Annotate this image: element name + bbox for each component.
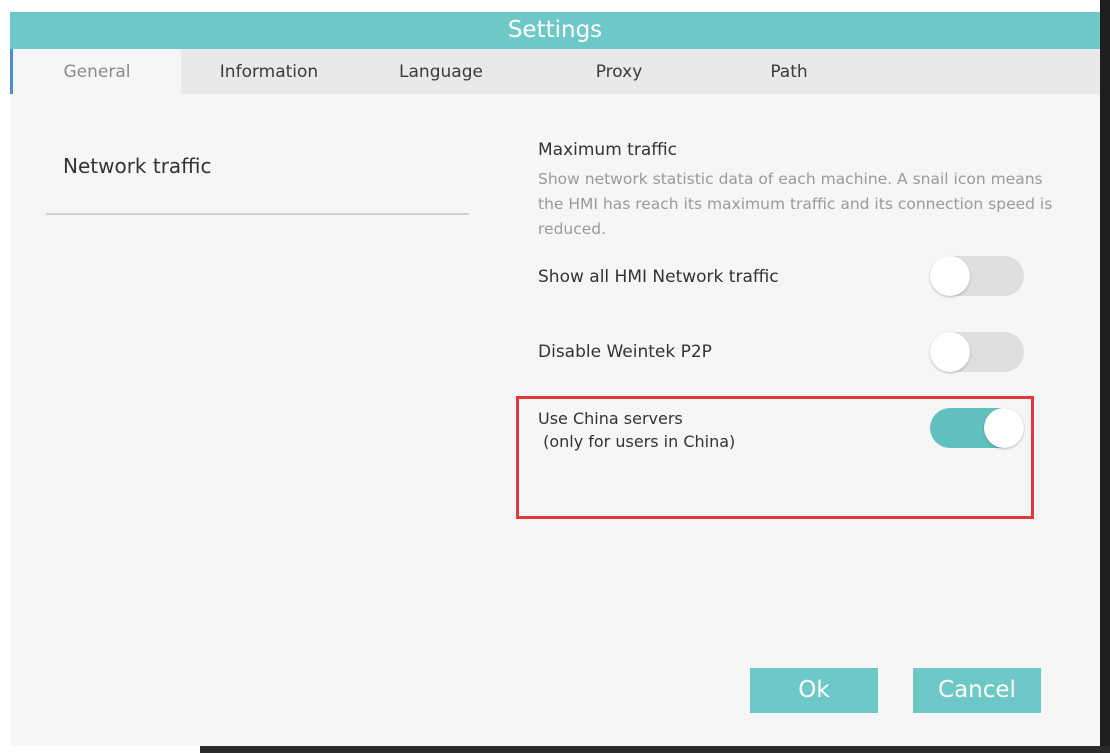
tab-bar: General Information Language Proxy Path — [10, 49, 1100, 94]
toggle-knob — [930, 332, 970, 372]
dialog-title: Settings — [507, 17, 603, 43]
tab-information[interactable]: Information — [181, 49, 357, 94]
divider — [46, 213, 469, 215]
tab-language[interactable]: Language — [357, 49, 525, 94]
disable-weintek-p2p-label: Disable Weintek P2P — [538, 342, 712, 362]
tab-path[interactable]: Path — [713, 49, 865, 94]
ok-button[interactable]: Ok — [750, 668, 878, 713]
section-heading-network-traffic: Network traffic — [63, 154, 212, 178]
toggle-knob — [930, 256, 970, 296]
window-edge — [1100, 0, 1110, 753]
use-china-servers-toggle[interactable] — [930, 408, 1024, 448]
cancel-button[interactable]: Cancel — [913, 668, 1041, 713]
settings-dialog: Settings General Information Language Pr… — [10, 12, 1100, 746]
show-all-hmi-traffic-toggle[interactable] — [930, 256, 1024, 296]
use-china-servers-title: Use China servers — [538, 409, 683, 428]
title-bar: Settings — [10, 12, 1100, 49]
maximum-traffic-title: Maximum traffic — [538, 140, 678, 160]
window-edge — [200, 746, 1110, 753]
toggle-knob — [984, 408, 1024, 448]
maximum-traffic-description: Show network statistic data of each mach… — [538, 170, 1053, 238]
tab-general[interactable]: General — [10, 49, 181, 94]
settings-window: Settings General Information Language Pr… — [0, 0, 1110, 753]
tab-proxy[interactable]: Proxy — [525, 49, 713, 94]
use-china-servers-note: (only for users in China) — [538, 432, 736, 451]
disable-weintek-p2p-toggle[interactable] — [930, 332, 1024, 372]
use-china-servers-label: Use China servers (only for users in Chi… — [538, 407, 735, 453]
show-all-hmi-traffic-label: Show all HMI Network traffic — [538, 267, 779, 287]
